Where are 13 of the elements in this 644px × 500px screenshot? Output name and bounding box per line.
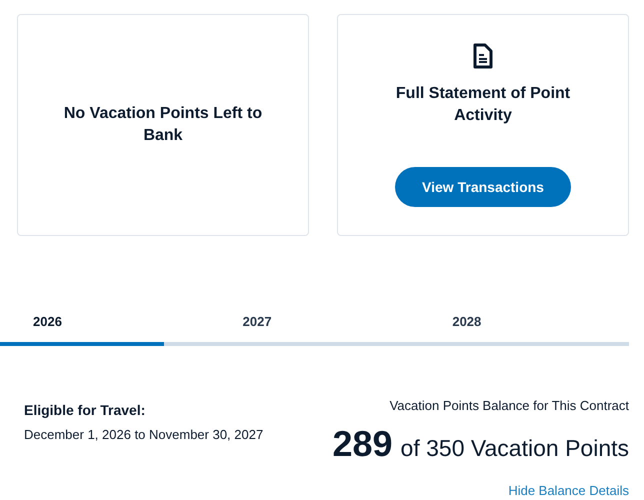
hide-balance-link[interactable]: Hide Balance Details — [508, 481, 629, 500]
year-tab[interactable]: 2027 — [210, 312, 420, 332]
document-icon — [472, 43, 494, 69]
eligibility-dates: December 1, 2026 to November 30, 2027 — [24, 426, 264, 444]
points-total: of 350 Vacation Points — [400, 434, 629, 463]
balance-label: Vacation Points Balance for This Contract — [390, 396, 629, 414]
card-title: No Vacation Points Left to Bank — [63, 104, 263, 146]
year-tab[interactable]: 2028 — [419, 312, 630, 332]
eligibility-heading: Eligible for Travel: — [24, 400, 146, 420]
year-tab[interactable]: 2026 — [0, 312, 210, 332]
view-transactions-button[interactable]: View Transactions — [395, 167, 571, 207]
points-used: 289 — [332, 422, 393, 466]
card-title: Full Statement of Point Activity — [394, 84, 572, 126]
